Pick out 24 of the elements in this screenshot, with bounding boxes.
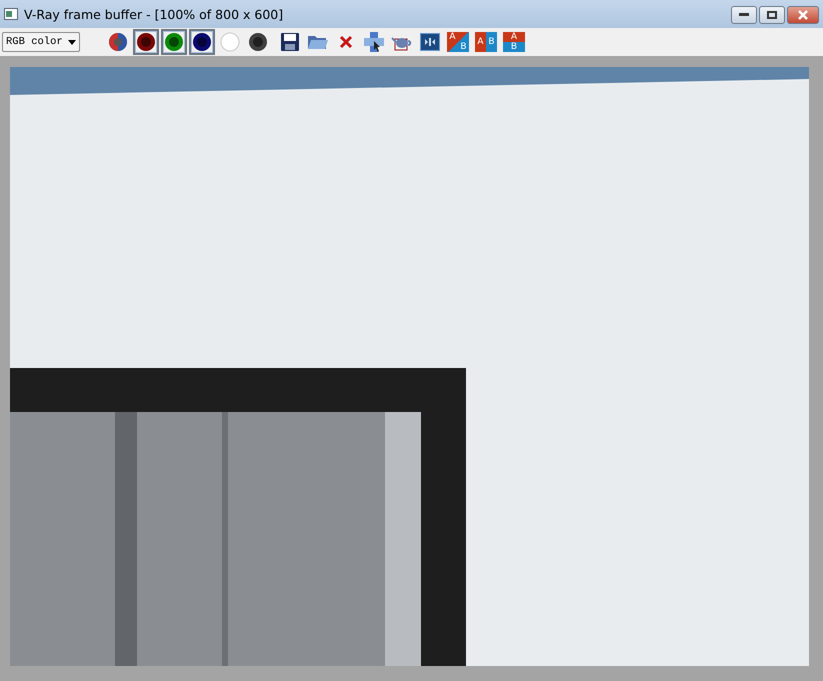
- folder-icon: [307, 33, 329, 51]
- compare-button[interactable]: A B: [475, 32, 497, 52]
- circle-icon: [192, 32, 212, 52]
- caret-icon: [68, 40, 76, 44]
- close-icon: [339, 35, 353, 49]
- channel-dropdown[interactable]: RGB color: [2, 32, 80, 52]
- color-wheel-icon: [108, 32, 128, 52]
- close-icon: [798, 10, 808, 20]
- minimize-icon: [739, 13, 749, 17]
- compare-button[interactable]: A B: [503, 32, 525, 52]
- window-icon: [4, 8, 18, 20]
- minimize-button[interactable]: [731, 6, 757, 24]
- circle-icon: [136, 32, 156, 52]
- crosshair-icon: [363, 31, 385, 53]
- save-icon: [280, 32, 300, 52]
- window-title: V-Ray frame buffer - [100% of 800 x 600]: [24, 6, 284, 22]
- maximize-icon: [767, 11, 777, 19]
- circle-icon: [164, 32, 184, 52]
- circle-icon: [248, 32, 268, 52]
- maximize-button[interactable]: [759, 6, 785, 24]
- split-view-icon: [420, 33, 440, 51]
- compare-button[interactable]: A B: [447, 32, 469, 52]
- close-button[interactable]: [787, 6, 819, 24]
- circle-icon: [220, 32, 240, 52]
